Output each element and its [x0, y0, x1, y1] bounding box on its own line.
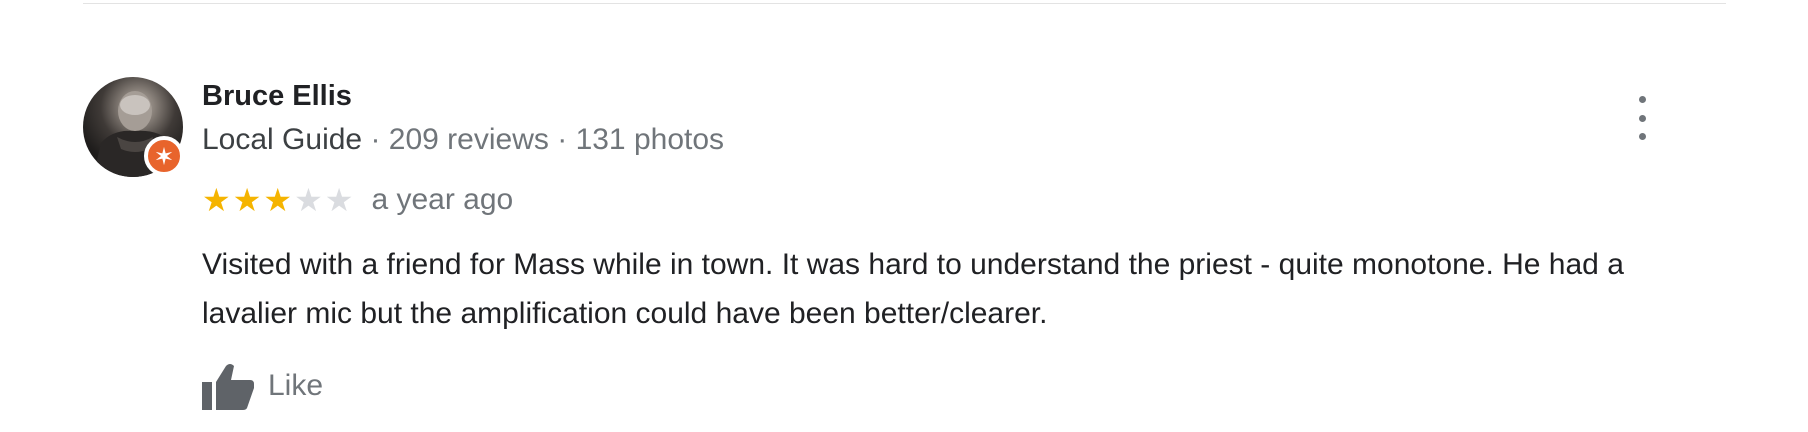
like-label: Like: [268, 369, 324, 402]
local-guide-badge-icon: [144, 136, 184, 176]
more-vert-icon: [1638, 114, 1646, 122]
review-date: a year ago: [371, 183, 514, 216]
reviewer-name[interactable]: Bruce Ellis: [202, 78, 352, 114]
star-icon: ★: [263, 182, 293, 218]
more-vert-icon: [1638, 133, 1646, 140]
star-icon: ★: [232, 182, 262, 218]
meta-separator: ·: [370, 123, 381, 156]
photo-count: 131 photos: [575, 123, 725, 156]
more-options-button[interactable]: [1630, 96, 1654, 140]
thumb-up-icon: [202, 364, 254, 410]
more-vert-icon: [1638, 96, 1646, 103]
like-button[interactable]: Like: [202, 360, 323, 412]
review-card: Bruce Ellis Local Guide · 209 reviews · …: [0, 0, 1808, 432]
local-guide-label: Local Guide: [202, 123, 363, 156]
rating-row: ★ ★ ★ ★ ★ a year ago: [202, 180, 513, 220]
divider: [83, 3, 1726, 4]
meta-separator: ·: [557, 123, 568, 156]
review-text: Visited with a friend for Mass while in …: [202, 248, 1624, 330]
star-icon: ★: [202, 182, 231, 218]
star-icon: ★: [324, 182, 354, 218]
reviewer-meta: Local Guide · 209 reviews · 131 photos: [202, 122, 724, 158]
review-count: 209 reviews: [388, 123, 549, 156]
star-rating: ★ ★ ★ ★ ★: [202, 180, 355, 220]
star-icon: ★: [294, 182, 323, 218]
